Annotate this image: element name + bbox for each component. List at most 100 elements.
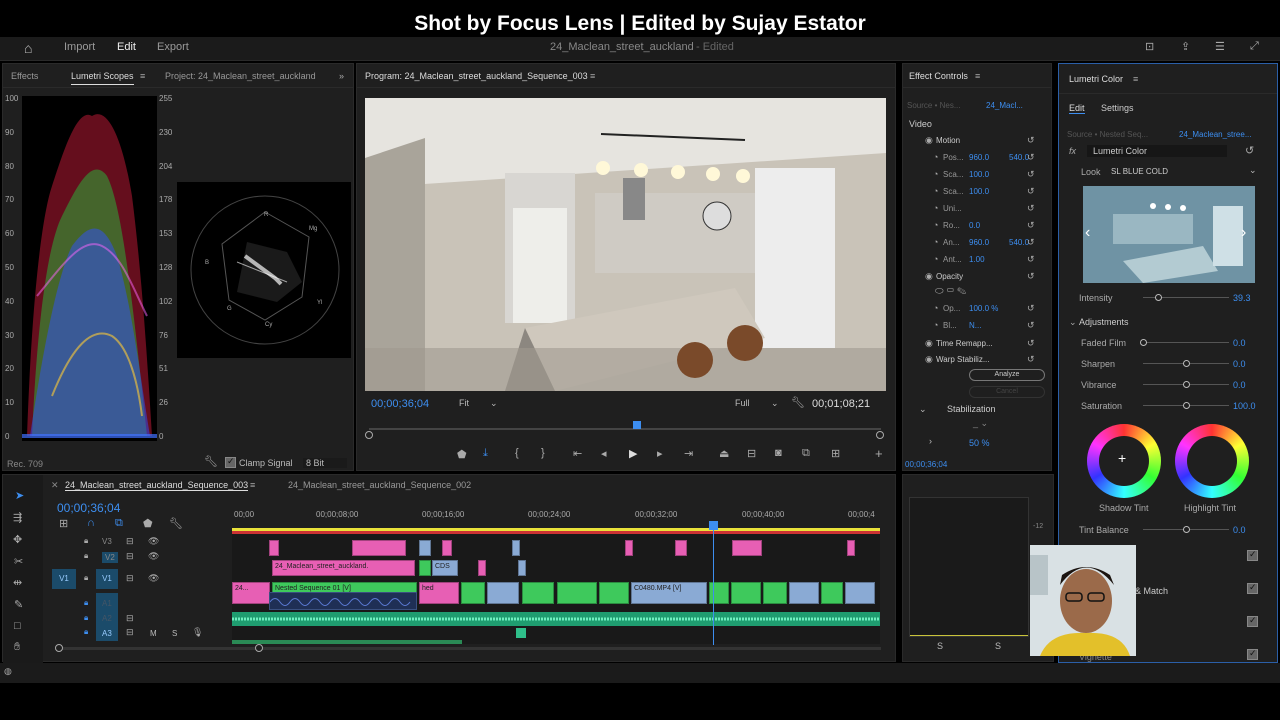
stabilization-select[interactable]: _ ⌄ — [973, 418, 988, 429]
timeline-ruler[interactable]: 00;00 00;00;08;00 00;00;16;00 00;00;24;00 00… — [232, 505, 882, 529]
timeline-clip[interactable] — [821, 582, 843, 604]
timeline-clip[interactable]: 24... — [232, 582, 270, 604]
add-button-icon[interactable]: + — [875, 446, 883, 461]
clamp-signal-checkbox[interactable] — [225, 456, 236, 468]
reset-icon[interactable]: ↺ — [1027, 303, 1035, 314]
timeline-clip[interactable]: hed — [419, 582, 459, 604]
comparison-view-icon[interactable]: ⧉ — [802, 447, 810, 460]
source-patch-v1[interactable]: V1 — [52, 569, 76, 589]
shadow-tint-wheel[interactable]: + — [1087, 424, 1161, 498]
track-label-a2[interactable]: A2 — [102, 614, 112, 623]
track-label-v2[interactable]: V2 — [102, 552, 118, 563]
ec-value-1[interactable]: 960.0 — [969, 153, 989, 162]
intensity-slider-handle[interactable] — [1155, 294, 1162, 301]
timeline-clip[interactable] — [709, 582, 729, 604]
track-label-v3[interactable]: V3 — [102, 537, 112, 546]
track-label-a3[interactable]: A3 — [102, 629, 112, 638]
add-marker-icon[interactable]: ⬟ — [457, 448, 467, 461]
lock-icon[interactable]: 🔒︎ — [84, 627, 88, 637]
plus-icon[interactable]: + — [1118, 450, 1126, 466]
basic-correction-checkbox[interactable] — [1247, 549, 1258, 561]
reset-icon[interactable]: ↺ — [1027, 254, 1035, 265]
close-icon[interactable]: ✕ — [51, 480, 59, 491]
ec-sequence-link[interactable]: 24_Macl... — [986, 101, 1023, 110]
lock-icon[interactable]: 🔒︎ — [84, 573, 88, 583]
timeline-scrollbar[interactable] — [55, 647, 881, 650]
timeline-clip[interactable] — [352, 540, 406, 556]
fullscreen-icon[interactable]: ⤢ — [1250, 40, 1259, 53]
ec-value-1[interactable]: N... — [969, 321, 981, 330]
timeline-clip[interactable] — [518, 560, 526, 576]
track-label-v1[interactable]: V1 — [96, 569, 118, 589]
project-tab[interactable]: Project: 24_Maclean_street_auckland — [165, 71, 316, 81]
lumetri-scopes-tab[interactable]: Lumetri Scopes — [71, 71, 134, 85]
adjustment-value[interactable]: 0.0 — [1233, 338, 1246, 348]
chevron-down-icon[interactable]: ⌄ — [1249, 165, 1257, 176]
solo-right-button[interactable]: S — [995, 641, 1001, 651]
audio-clip-a3-bar[interactable] — [232, 640, 462, 644]
timeline-clip[interactable] — [845, 582, 875, 604]
track-label-a1[interactable]: A1 — [102, 599, 112, 608]
highlight-tint-wheel[interactable] — [1175, 424, 1249, 498]
timeline-clip[interactable] — [442, 540, 452, 556]
reset-icon[interactable]: ↺ — [1027, 237, 1035, 248]
hsl-checkbox[interactable] — [1247, 615, 1258, 627]
camera-icon[interactable]: ◙ — [775, 447, 782, 459]
lock-icon[interactable]: 🔒︎ — [84, 536, 88, 546]
stopwatch-icon[interactable]: ◔ — [933, 303, 938, 313]
stopwatch-icon[interactable]: ◔ — [933, 237, 938, 247]
timeline-clip[interactable] — [675, 540, 687, 556]
lock-icon[interactable]: 🔒︎ — [84, 551, 88, 561]
smoothness-value[interactable]: 50 % — [969, 438, 990, 448]
export-tab[interactable]: Export — [157, 41, 189, 53]
lumetri-effect-select[interactable]: Lumetri Color — [1087, 145, 1227, 157]
ec-value-1[interactable]: 100.0 — [969, 187, 989, 196]
timeline-timecode[interactable]: 00;00;36;04 — [57, 501, 120, 515]
rectangle-tool-icon[interactable]: □ — [14, 620, 21, 632]
sync-lock-icon[interactable]: ⊟ — [126, 613, 134, 624]
adjustment-slider-handle[interactable] — [1183, 381, 1190, 388]
sync-lock-icon[interactable]: ⊟ — [126, 627, 134, 638]
reset-icon[interactable]: ↺ — [1027, 152, 1035, 163]
previous-look-icon[interactable]: ‹ — [1085, 224, 1090, 242]
timeline-clip[interactable] — [487, 582, 519, 604]
chevron-down-icon[interactable]: ⌄ — [1069, 317, 1077, 328]
wrench-icon[interactable]: 🔧︎ — [169, 517, 183, 530]
more-panels-icon[interactable]: » — [339, 71, 344, 81]
adjustment-slider-handle[interactable] — [1140, 339, 1147, 346]
panel-menu-icon[interactable]: ≡ — [590, 71, 595, 81]
reset-icon[interactable]: ↺ — [1027, 203, 1035, 214]
microphone-icon[interactable]: 🎙︎ — [192, 627, 203, 638]
stopwatch-icon[interactable]: ◔ — [933, 186, 938, 196]
reset-icon[interactable]: ↺ — [1027, 271, 1035, 282]
next-look-icon[interactable]: › — [1241, 224, 1246, 242]
reset-icon[interactable]: ↺ — [1027, 220, 1035, 231]
razor-icon[interactable]: ✂ — [14, 555, 23, 568]
timeline-clip[interactable] — [763, 582, 787, 604]
timeline-clip[interactable] — [419, 560, 431, 576]
scrollbar-left-handle[interactable] — [55, 644, 63, 652]
timeline-clip[interactable] — [522, 582, 554, 604]
timeline-clip[interactable]: CDS — [432, 560, 458, 576]
timeline-clip[interactable] — [789, 582, 819, 604]
panel-menu-icon[interactable]: ≡ — [140, 71, 145, 81]
lift-icon[interactable]: ⏏ — [719, 447, 729, 460]
nest-icon[interactable]: ⊞ — [59, 517, 68, 530]
slip-tool-icon[interactable]: ⇹ — [13, 576, 22, 589]
extract-icon[interactable]: ⊟ — [747, 447, 756, 460]
tint-balance-value[interactable]: 0.0 — [1233, 525, 1246, 535]
eye-icon[interactable]: ◉ — [925, 338, 933, 349]
go-to-out-icon[interactable]: ⇥ — [684, 447, 693, 460]
look-select[interactable]: SL BLUE COLD — [1111, 167, 1168, 176]
out-scroll-handle[interactable] — [876, 431, 884, 439]
timeline-clip[interactable] — [557, 582, 597, 604]
edit-tab[interactable]: Edit — [117, 41, 136, 53]
sequence-tab-002[interactable]: 24_Maclean_street_auckland_Sequence_002 — [288, 480, 471, 490]
ec-value-1[interactable]: 0.0 — [969, 221, 980, 230]
scrollbar-right-handle[interactable] — [255, 644, 263, 652]
effects-tab[interactable]: Effects — [11, 71, 38, 81]
ec-timecode[interactable]: 00;00;36;04 — [905, 460, 947, 469]
eye-icon[interactable]: ◉ — [925, 135, 933, 146]
playhead-handle[interactable] — [709, 521, 718, 530]
lumetri-edit-tab[interactable]: Edit — [1069, 103, 1085, 114]
